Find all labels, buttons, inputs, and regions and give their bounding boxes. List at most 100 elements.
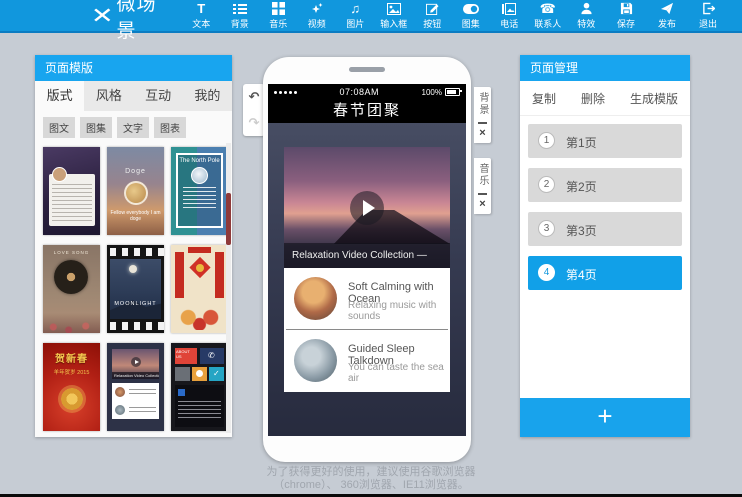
page-item-3[interactable]: 3 第3页 (528, 212, 682, 246)
headphones-tile (175, 367, 190, 381)
video-caption: Relaxation Video Collection — (284, 243, 450, 268)
add-page-button[interactable]: + (520, 398, 690, 437)
filter-text[interactable]: 文字 (117, 117, 149, 138)
page-canvas[interactable]: Relaxation Video Collection — Soft Calmi… (268, 123, 466, 436)
person-icon (580, 2, 593, 16)
template-thumb-video-list[interactable]: Relaxation Video Collection (107, 343, 164, 431)
publish-button[interactable]: 发布 (652, 2, 682, 30)
editor-window: ✕ 微场景 T 文本 背景 音乐 视频 ♫ 图片 (0, 0, 742, 497)
avatar (124, 181, 148, 205)
playlist-item[interactable]: Soft Calming with Ocean Relaxing music w… (284, 268, 450, 329)
templates-scrollbar[interactable] (226, 143, 231, 433)
status-time: 07:08AM (297, 87, 422, 97)
avatar (191, 167, 208, 184)
toolbar-item-background[interactable]: 背景 (226, 2, 254, 30)
delete-page-button[interactable]: 删除 (581, 90, 605, 107)
template-grid: Doge Fellow everybody I am doge The Nort… (35, 138, 232, 431)
template-thumb-moonlight[interactable]: MOONLIGHT (107, 245, 164, 333)
top-toolbar: ✕ 微场景 T 文本 背景 音乐 视频 ♫ 图片 (0, 0, 742, 33)
undo-icon[interactable]: ↶ (246, 89, 262, 105)
phone-tile (200, 348, 224, 364)
edit-icon (426, 2, 439, 16)
filter-gallery[interactable]: 图集 (80, 117, 112, 138)
exit-button[interactable]: 退出 (693, 2, 723, 30)
grid-icon (272, 2, 285, 16)
playlist-item-thumb (294, 277, 337, 320)
stars-icon (310, 2, 324, 16)
battery-percent: 100% (422, 88, 442, 97)
minimize-icon[interactable] (478, 122, 487, 124)
layer-tab-music[interactable]: 音乐 × (474, 158, 491, 214)
page-item-4[interactable]: 4 第4页 (528, 256, 682, 290)
vinyl-disc (54, 260, 88, 294)
toolbar-item-phone[interactable]: 电话 (496, 2, 524, 30)
image-icon (387, 2, 401, 16)
app-logo-text: 微场景 (116, 0, 169, 43)
toolbar-item-button[interactable]: 按钮 (419, 2, 447, 30)
template-thumb-metro-tiles[interactable]: ABOUT US (171, 343, 228, 431)
toolbar-item-effects[interactable]: 特效 (573, 2, 601, 30)
templates-panel-title: 页面模版 (35, 55, 232, 81)
template-thumb-northpole[interactable]: The North Pole (171, 147, 228, 235)
templates-tabs: 版式 风格 互动 我的 (35, 81, 232, 111)
toolbar-item-input[interactable]: 输入框 (380, 2, 408, 30)
pages-panel-title: 页面管理 (520, 55, 690, 81)
redo-icon[interactable]: ↷ (246, 115, 262, 131)
toolbar-item-image[interactable]: ♫ 图片 (342, 2, 370, 30)
template-thumb-newyear-couplets[interactable] (171, 245, 228, 333)
phone-screen: 07:08AM 100% 春节团聚 Relaxation Video Colle… (268, 84, 466, 436)
music-note-icon: ♫ (350, 2, 360, 16)
template-filters: 图文 图集 文字 图表 (35, 111, 232, 138)
playlist-card: Soft Calming with Ocean Relaxing music w… (284, 268, 450, 392)
check-tile (209, 367, 224, 381)
scrollbar-thumb[interactable] (226, 193, 231, 245)
browser-notice: 为了获得更好的使用，建议使用谷歌浏览器 （chrome）、 360浏览器、IE1… (221, 466, 521, 492)
battery-icon (445, 88, 460, 96)
pages-list: 1 第1页 2 第2页 3 第3页 4 第4页 (520, 116, 690, 308)
playlist-item-thumb (294, 339, 337, 382)
send-icon (660, 2, 674, 16)
template-thumb-profile[interactable] (43, 147, 100, 235)
save-button[interactable]: 保存 (611, 2, 641, 30)
copy-page-button[interactable]: 复制 (532, 90, 556, 107)
phone-statusbar: 07:08AM 100% (268, 84, 466, 100)
golden-flower (58, 385, 86, 413)
template-thumb-lovesong[interactable]: LOVE SONG (43, 245, 100, 333)
slideshow-icon (502, 2, 516, 16)
playlist-item[interactable]: Guided Sleep Talkdown You can taste the … (284, 330, 450, 391)
template-thumb-doge[interactable]: Doge Fellow everybody I am doge (107, 147, 164, 235)
chat-tile (192, 367, 207, 381)
close-icon[interactable]: × (479, 199, 485, 210)
toolbar-item-contacts[interactable]: ☎ 联系人 (534, 2, 562, 30)
generate-template-button[interactable]: 生成模版 (630, 90, 678, 107)
phone-icon: ☎ (540, 2, 556, 16)
tab-layout[interactable]: 版式 (35, 81, 84, 111)
toolbar-right-group: 保存 发布 退出 (611, 2, 742, 30)
toolbar-item-text[interactable]: T 文本 (188, 2, 216, 30)
moon (129, 265, 137, 273)
templates-panel: 页面模版 版式 风格 互动 我的 图文 图集 文字 图表 Doge Fellow… (35, 55, 232, 437)
toolbar-item-video[interactable]: 视频 (303, 2, 331, 30)
page-title[interactable]: 春节团聚 (268, 100, 466, 123)
exit-icon (702, 2, 715, 16)
page-item-2[interactable]: 2 第2页 (528, 168, 682, 202)
minimize-icon[interactable] (478, 193, 487, 195)
layer-tab-background[interactable]: 背景 × (474, 87, 491, 143)
toolbar-item-gallery[interactable]: 图集 (457, 2, 485, 30)
pages-actions: 复制 删除 生成模版 (520, 81, 690, 116)
toolbar-item-music[interactable]: 音乐 (265, 2, 293, 30)
tab-interactive[interactable]: 互动 (134, 81, 183, 111)
filter-imagetext[interactable]: 图文 (43, 117, 75, 138)
page-item-1[interactable]: 1 第1页 (528, 124, 682, 158)
close-icon[interactable]: × (479, 128, 485, 139)
filter-chart[interactable]: 图表 (154, 117, 186, 138)
play-icon (131, 357, 141, 367)
toggle-icon (463, 2, 479, 16)
pages-panel: 页面管理 复制 删除 生成模版 1 第1页 2 第2页 3 第3页 4 第4页 (520, 55, 690, 437)
phone-speaker (349, 67, 385, 72)
tab-mine[interactable]: 我的 (183, 81, 232, 111)
template-thumb-newyear-red[interactable]: 贺新春 羊年贺岁 2015 (43, 343, 100, 431)
tab-style[interactable]: 风格 (84, 81, 133, 111)
history-controls: ↶ ↷ (243, 84, 265, 136)
video-element[interactable]: Relaxation Video Collection — (284, 147, 450, 268)
